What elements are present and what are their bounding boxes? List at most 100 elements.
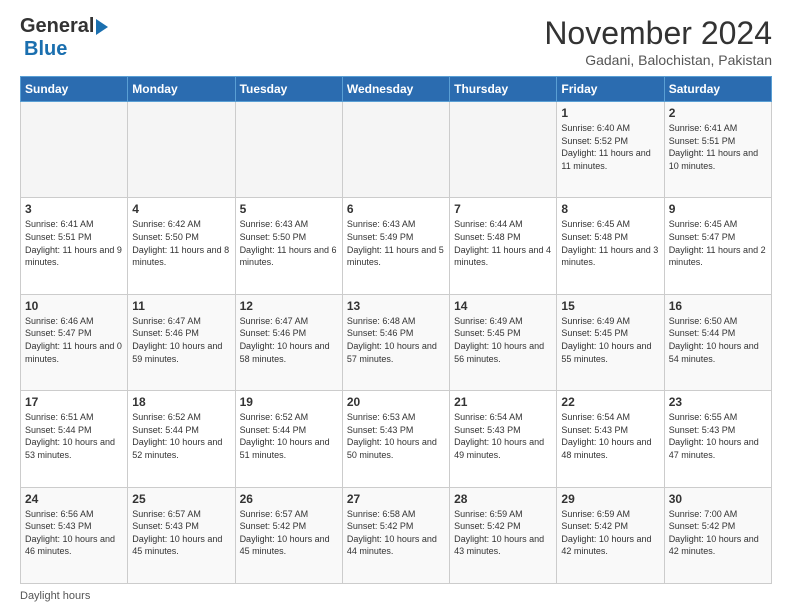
day-info: Sunrise: 6:59 AMSunset: 5:42 PMDaylight:… [454, 508, 552, 558]
day-info: Sunrise: 6:44 AMSunset: 5:48 PMDaylight:… [454, 218, 552, 268]
calendar-cell: 13 Sunrise: 6:48 AMSunset: 5:46 PMDayligh… [342, 294, 449, 390]
day-info: Sunrise: 6:50 AMSunset: 5:44 PMDaylight:… [669, 315, 767, 365]
calendar-cell: 14Sunrise: 6:49 AMSunset: 5:45 PMDayligh… [450, 294, 557, 390]
calendar-week-row: 1 Sunrise: 6:40 AMSunset: 5:52 PMDaylight… [21, 102, 772, 198]
calendar-cell: 17 Sunrise: 6:51 AMSunset: 5:44 PMDayligh… [21, 391, 128, 487]
day-info: Sunrise: 6:59 AMSunset: 5:42 PMDaylight:… [561, 508, 659, 558]
day-number: 23 [669, 395, 767, 409]
day-info: Sunrise: 6:55 AMSunset: 5:43 PMDaylight:… [669, 411, 767, 461]
calendar-cell: 6 Sunrise: 6:43 AMSunset: 5:49 PMDaylight… [342, 198, 449, 294]
day-info: Sunrise: 6:46 AMSunset: 5:47 PMDaylight:… [25, 315, 123, 365]
calendar-header-cell: Sunday [21, 77, 128, 102]
day-number: 25 [132, 492, 230, 506]
day-number: 4 [132, 202, 230, 216]
calendar-week-row: 17 Sunrise: 6:51 AMSunset: 5:44 PMDayligh… [21, 391, 772, 487]
day-info: Sunrise: 6:40 AMSunset: 5:52 PMDaylight:… [561, 122, 659, 172]
day-number: 5 [240, 202, 338, 216]
day-number: 6 [347, 202, 445, 216]
calendar-header-row: SundayMondayTuesdayWednesdayThursdayFrid… [21, 77, 772, 102]
day-info: Sunrise: 6:47 AMSunset: 5:46 PMDaylight:… [240, 315, 338, 365]
calendar-header-cell: Wednesday [342, 77, 449, 102]
day-number: 16 [669, 299, 767, 313]
day-number: 11 [132, 299, 230, 313]
calendar-week-row: 10Sunrise: 6:46 AMSunset: 5:47 PMDayligh… [21, 294, 772, 390]
day-number: 9 [669, 202, 767, 216]
day-info: Sunrise: 6:41 AMSunset: 5:51 PMDaylight:… [669, 122, 767, 172]
calendar-cell: 19Sunrise: 6:52 AMSunset: 5:44 PMDayligh… [235, 391, 342, 487]
calendar-table: SundayMondayTuesdayWednesdayThursdayFrid… [20, 76, 772, 584]
calendar-cell [21, 102, 128, 198]
calendar-cell: 18Sunrise: 6:52 AMSunset: 5:44 PMDayligh… [128, 391, 235, 487]
day-number: 20 [347, 395, 445, 409]
day-number: 13 [347, 299, 445, 313]
day-number: 8 [561, 202, 659, 216]
calendar-cell: 20 Sunrise: 6:53 AMSunset: 5:43 PMDayligh… [342, 391, 449, 487]
calendar-cell [235, 102, 342, 198]
day-info: Sunrise: 6:57 AMSunset: 5:42 PMDaylight:… [240, 508, 338, 558]
day-number: 15 [561, 299, 659, 313]
day-number: 18 [132, 395, 230, 409]
day-number: 1 [561, 106, 659, 120]
day-info: Sunrise: 6:51 AMSunset: 5:44 PMDaylight:… [25, 411, 123, 461]
calendar-cell: 15 Sunrise: 6:49 AMSunset: 5:45 PMDayligh… [557, 294, 664, 390]
calendar-header-cell: Tuesday [235, 77, 342, 102]
calendar-header-cell: Thursday [450, 77, 557, 102]
day-info: Sunrise: 6:49 AMSunset: 5:45 PMDaylight:… [561, 315, 659, 365]
day-info: Sunrise: 6:54 AMSunset: 5:43 PMDaylight:… [454, 411, 552, 461]
logo-triangle-icon [96, 19, 108, 35]
calendar-cell: 24 Sunrise: 6:56 AMSunset: 5:43 PMDayligh… [21, 487, 128, 583]
day-info: Sunrise: 6:45 AMSunset: 5:48 PMDaylight:… [561, 218, 659, 268]
day-info: Sunrise: 6:56 AMSunset: 5:43 PMDaylight:… [25, 508, 123, 558]
calendar-cell: 26 Sunrise: 6:57 AMSunset: 5:42 PMDayligh… [235, 487, 342, 583]
calendar-cell [450, 102, 557, 198]
calendar-cell: 27 Sunrise: 6:58 AMSunset: 5:42 PMDayligh… [342, 487, 449, 583]
day-info: Sunrise: 6:53 AMSunset: 5:43 PMDaylight:… [347, 411, 445, 461]
day-number: 29 [561, 492, 659, 506]
day-info: Sunrise: 6:48 AMSunset: 5:46 PMDaylight:… [347, 315, 445, 365]
day-number: 14 [454, 299, 552, 313]
day-number: 19 [240, 395, 338, 409]
calendar-cell: 21Sunrise: 6:54 AMSunset: 5:43 PMDayligh… [450, 391, 557, 487]
calendar-header-cell: Friday [557, 77, 664, 102]
calendar-week-row: 24 Sunrise: 6:56 AMSunset: 5:43 PMDayligh… [21, 487, 772, 583]
calendar-header-cell: Monday [128, 77, 235, 102]
day-info: Sunrise: 6:58 AMSunset: 5:42 PMDaylight:… [347, 508, 445, 558]
day-number: 26 [240, 492, 338, 506]
day-info: Sunrise: 6:47 AMSunset: 5:46 PMDaylight:… [132, 315, 230, 365]
calendar-cell: 12Sunrise: 6:47 AMSunset: 5:46 PMDayligh… [235, 294, 342, 390]
day-info: Sunrise: 6:42 AMSunset: 5:50 PMDaylight:… [132, 218, 230, 268]
day-info: Sunrise: 7:00 AMSunset: 5:42 PMDaylight:… [669, 508, 767, 558]
day-info: Sunrise: 6:43 AMSunset: 5:50 PMDaylight:… [240, 218, 338, 268]
day-info: Sunrise: 6:57 AMSunset: 5:43 PMDaylight:… [132, 508, 230, 558]
page: General Blue November 2024 Gadani, Baloc… [0, 0, 792, 612]
header: General Blue November 2024 Gadani, Baloc… [20, 15, 772, 68]
day-info: Sunrise: 6:45 AMSunset: 5:47 PMDaylight:… [669, 218, 767, 268]
day-number: 27 [347, 492, 445, 506]
day-number: 30 [669, 492, 767, 506]
calendar-cell: 3 Sunrise: 6:41 AMSunset: 5:51 PMDaylight… [21, 198, 128, 294]
logo-image: General [20, 15, 108, 38]
day-number: 28 [454, 492, 552, 506]
calendar-cell: 7Sunrise: 6:44 AMSunset: 5:48 PMDaylight… [450, 198, 557, 294]
logo-text-general: General [20, 15, 94, 38]
calendar-cell: 23 Sunrise: 6:55 AMSunset: 5:43 PMDayligh… [664, 391, 771, 487]
day-number: 17 [25, 395, 123, 409]
calendar-cell: 10Sunrise: 6:46 AMSunset: 5:47 PMDayligh… [21, 294, 128, 390]
day-number: 3 [25, 202, 123, 216]
footer-label: Daylight hours [20, 590, 90, 602]
calendar-cell [128, 102, 235, 198]
calendar-cell: 5 Sunrise: 6:43 AMSunset: 5:50 PMDaylight… [235, 198, 342, 294]
title-block: November 2024 Gadani, Balochistan, Pakis… [544, 15, 772, 68]
logo-text-blue: Blue [24, 38, 67, 60]
calendar-cell: 16 Sunrise: 6:50 AMSunset: 5:44 PMDayligh… [664, 294, 771, 390]
calendar-cell: 9 Sunrise: 6:45 AMSunset: 5:47 PMDaylight… [664, 198, 771, 294]
day-number: 24 [25, 492, 123, 506]
day-info: Sunrise: 6:43 AMSunset: 5:49 PMDaylight:… [347, 218, 445, 268]
day-number: 2 [669, 106, 767, 120]
month-title: November 2024 [544, 15, 772, 52]
day-info: Sunrise: 6:41 AMSunset: 5:51 PMDaylight:… [25, 218, 123, 268]
calendar-body: 1 Sunrise: 6:40 AMSunset: 5:52 PMDaylight… [21, 102, 772, 584]
footer: Daylight hours [20, 590, 772, 602]
calendar-cell: 29 Sunrise: 6:59 AMSunset: 5:42 PMDayligh… [557, 487, 664, 583]
logo: General Blue [20, 15, 108, 61]
